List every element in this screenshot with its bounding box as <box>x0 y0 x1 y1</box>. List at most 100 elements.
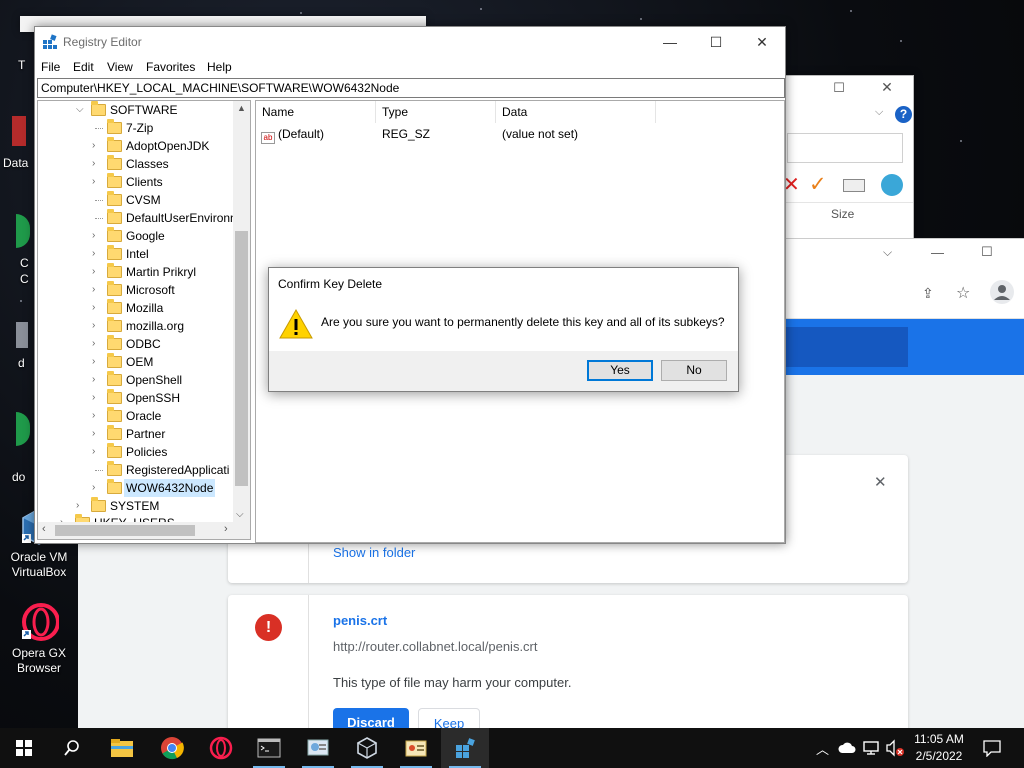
scrollbar-thumb[interactable] <box>235 231 248 486</box>
menu-help[interactable]: Help <box>207 60 232 74</box>
rename-icon[interactable] <box>843 179 865 192</box>
maximize-button[interactable]: ☐ <box>693 27 739 57</box>
value-row-name[interactable]: ab (Default) <box>261 125 324 144</box>
chevron-right-icon[interactable]: › <box>92 137 102 155</box>
minimize-icon[interactable]: — <box>931 245 944 260</box>
dialog-message: Are you sure you want to permanently del… <box>321 315 725 329</box>
shell-icon[interactable] <box>881 174 903 196</box>
maximize-icon[interactable]: ☐ <box>981 244 993 260</box>
download-filename[interactable]: penis.crt <box>333 613 387 628</box>
chevron-right-icon[interactable]: › <box>92 479 102 497</box>
chevron-right-icon[interactable]: › <box>92 173 102 191</box>
taskbar-virtualbox[interactable] <box>343 728 391 768</box>
chevron-down-icon[interactable]: ⌵ <box>875 106 883 119</box>
taskbar-network-tool[interactable] <box>441 728 489 768</box>
folder-icon <box>107 119 122 134</box>
profile-avatar[interactable] <box>990 280 1014 304</box>
control-panel-icon <box>307 739 329 756</box>
close-icon[interactable]: ✕ <box>867 79 907 99</box>
desktop-label-partial[interactable]: d <box>18 356 25 370</box>
taskbar-command-prompt[interactable] <box>245 728 293 768</box>
minimize-button[interactable]: — <box>647 27 693 57</box>
gear-icon[interactable] <box>16 322 28 348</box>
clock-time[interactable]: 11:05 AM <box>908 732 970 746</box>
network-icon[interactable] <box>862 740 880 756</box>
data-app-icon[interactable] <box>12 116 26 146</box>
menu-favorites[interactable]: Favorites <box>146 60 195 74</box>
chevron-right-icon[interactable]: › <box>92 263 102 281</box>
chevron-right-icon[interactable]: › <box>76 497 86 515</box>
scroll-up-icon[interactable]: ▲ <box>237 103 246 113</box>
folder-icon <box>107 389 122 404</box>
close-button[interactable]: ✕ <box>739 27 785 57</box>
tree-horizontal-scrollbar[interactable]: ‹ › <box>38 522 250 539</box>
column-header-type[interactable]: Type <box>376 101 496 123</box>
scrollbar-thumb[interactable] <box>55 525 195 536</box>
star-icon[interactable]: ☆ <box>956 283 970 303</box>
chevron-right-icon[interactable]: › <box>92 281 102 299</box>
no-button[interactable]: No <box>661 360 727 381</box>
chevron-right-icon[interactable]: › <box>92 407 102 425</box>
desktop-label-partial[interactable]: C <box>20 272 29 286</box>
help-icon[interactable]: ? <box>895 106 912 123</box>
folder-icon <box>107 479 122 494</box>
chevron-right-icon[interactable]: › <box>92 425 102 443</box>
close-icon[interactable]: ✕ <box>874 473 887 491</box>
key-tree[interactable]: ⌵ SOFTWARE 7-Zip › AdoptOpenJDK › Classes › Cl… <box>37 100 251 540</box>
chevron-right-icon[interactable]: › <box>92 245 102 263</box>
chevron-right-icon[interactable]: › <box>92 353 102 371</box>
chevron-right-icon[interactable]: › <box>92 389 102 407</box>
desktop-icon-opera-gx[interactable]: Opera GX Browser <box>1 602 77 676</box>
background-app-window[interactable]: ☐ ✕ ⌵ ? ✕ ✓ Size <box>780 75 914 239</box>
scroll-left-icon[interactable]: ‹ <box>42 523 46 535</box>
search-button[interactable] <box>48 728 96 768</box>
desktop-label-partial[interactable]: do <box>12 470 25 484</box>
yes-button[interactable]: Yes <box>587 360 653 381</box>
desktop-label-partial[interactable]: Data <box>3 156 28 170</box>
menu-view[interactable]: View <box>107 60 133 74</box>
volume-muted-icon[interactable] <box>885 739 905 757</box>
chevron-right-icon[interactable]: › <box>92 317 102 335</box>
chevron-right-icon[interactable]: › <box>92 299 102 317</box>
chevron-up-icon[interactable]: ︿ <box>816 739 829 758</box>
title-bar[interactable]: Registry Editor — ☐ ✕ <box>35 27 785 57</box>
scroll-right-icon[interactable]: › <box>224 523 228 535</box>
download-url[interactable]: http://router.collabnet.local/penis.crt <box>333 639 538 654</box>
menu-edit[interactable]: Edit <box>73 60 94 74</box>
chevron-right-icon[interactable]: › <box>92 371 102 389</box>
address-bar[interactable]: Computer\HKEY_LOCAL_MACHINE\SOFTWARE\WOW… <box>37 78 785 98</box>
share-icon[interactable]: ⇪ <box>922 285 934 302</box>
chevron-right-icon[interactable]: › <box>92 335 102 353</box>
cloud-icon[interactable] <box>838 742 856 754</box>
app-icon[interactable] <box>16 412 30 446</box>
chevron-down-icon[interactable]: ⌵ <box>883 245 892 260</box>
taskbar-regedit-tool[interactable] <box>392 728 440 768</box>
search-field[interactable] <box>787 133 903 163</box>
size-column-header[interactable]: Size <box>831 207 854 221</box>
tree-node-label: SOFTWARE <box>110 103 178 117</box>
chevron-right-icon[interactable]: › <box>92 227 102 245</box>
taskbar-opera[interactable] <box>197 728 245 768</box>
desktop-label-partial[interactable]: C <box>20 256 29 270</box>
column-header-data[interactable]: Data <box>496 101 656 123</box>
desktop-label-partial[interactable]: T <box>18 58 25 72</box>
column-header-name[interactable]: Name <box>256 101 376 123</box>
show-in-folder-link[interactable]: Show in folder <box>333 545 415 560</box>
maximize-icon[interactable]: ☐ <box>819 80 859 100</box>
scroll-down-icon[interactable]: ⌵ <box>236 509 244 520</box>
menu-file[interactable]: File <box>41 60 60 74</box>
taskbar-control-panel[interactable] <box>294 728 342 768</box>
tree-node-label: Clients <box>126 175 163 189</box>
chevron-right-icon[interactable]: › <box>92 155 102 173</box>
chevron-right-icon[interactable]: › <box>92 443 102 461</box>
notification-icon[interactable] <box>983 740 1001 757</box>
taskbar-chrome[interactable] <box>148 728 196 768</box>
checkmark-icon[interactable]: ✓ <box>809 172 827 197</box>
chevron-down-icon[interactable]: ⌵ <box>76 101 86 119</box>
app-icon[interactable] <box>16 214 30 248</box>
confirm-key-delete-dialog[interactable]: Confirm Key Delete Are you sure you want… <box>268 267 739 392</box>
tree-vertical-scrollbar[interactable]: ▲ ⌵ <box>233 101 250 523</box>
taskbar-file-explorer[interactable] <box>98 728 146 768</box>
clock-date[interactable]: 2/5/2022 <box>908 749 970 763</box>
start-button[interactable] <box>0 728 48 768</box>
